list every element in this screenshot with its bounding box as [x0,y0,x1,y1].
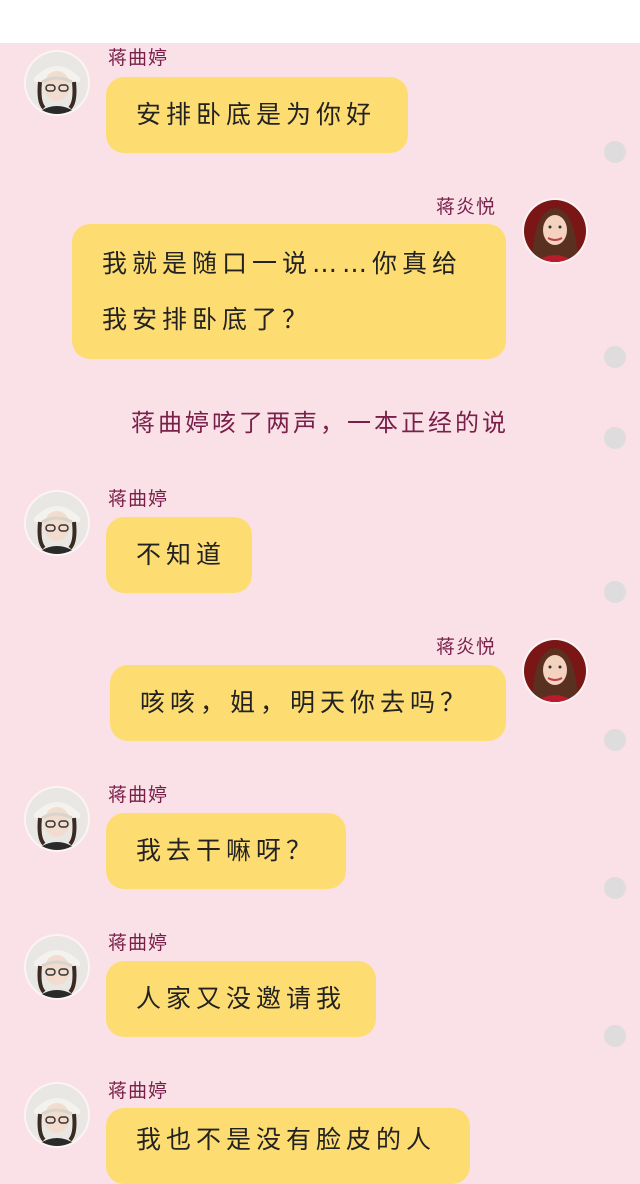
message-status-dot [604,581,626,603]
cap-girl-avatar[interactable] [26,492,88,554]
message-bubble[interactable]: 我去干嘛呀？ [106,813,346,889]
red-dress-girl-avatar[interactable] [524,640,586,702]
sender-name: 蒋炎悦 [436,196,497,218]
message-status-dot [604,877,626,899]
message-status-dot [604,1025,626,1047]
message-status-dot [604,427,626,449]
message-bubble[interactable]: 安排卧底是为你好 [106,77,408,153]
sender-name: 蒋曲婷 [108,784,169,806]
message-status-dot [604,346,626,368]
cap-girl-avatar[interactable] [26,936,88,998]
message-bubble[interactable]: 我也不是没有脸皮的人 [106,1108,470,1184]
message-line: 我安排卧底了？ [102,305,313,334]
message-bubble[interactable]: 不知道 [106,517,252,593]
sender-name: 蒋炎悦 [436,636,497,658]
narration-text: 蒋曲婷咳了两声，一本正经的说 [131,409,509,437]
message-bubble[interactable]: 我就是随口一说……你真给 我安排卧底了？ [72,224,506,359]
cap-girl-avatar[interactable] [26,788,88,850]
sender-name: 蒋曲婷 [108,932,169,954]
red-dress-girl-avatar[interactable] [524,200,586,262]
sender-name: 蒋曲婷 [108,1080,169,1102]
message-bubble[interactable]: 咳咳，姐，明天你去吗？ [110,665,506,741]
message-status-dot [604,141,626,163]
message-bubble[interactable]: 人家又没邀请我 [106,961,376,1037]
cap-girl-avatar[interactable] [26,1084,88,1146]
cap-girl-avatar[interactable] [26,52,88,114]
sender-name: 蒋曲婷 [108,488,169,510]
sender-name: 蒋曲婷 [108,47,169,69]
top-bar [0,0,640,43]
message-line: 我就是随口一说……你真给 [102,249,463,278]
message-status-dot [604,729,626,751]
